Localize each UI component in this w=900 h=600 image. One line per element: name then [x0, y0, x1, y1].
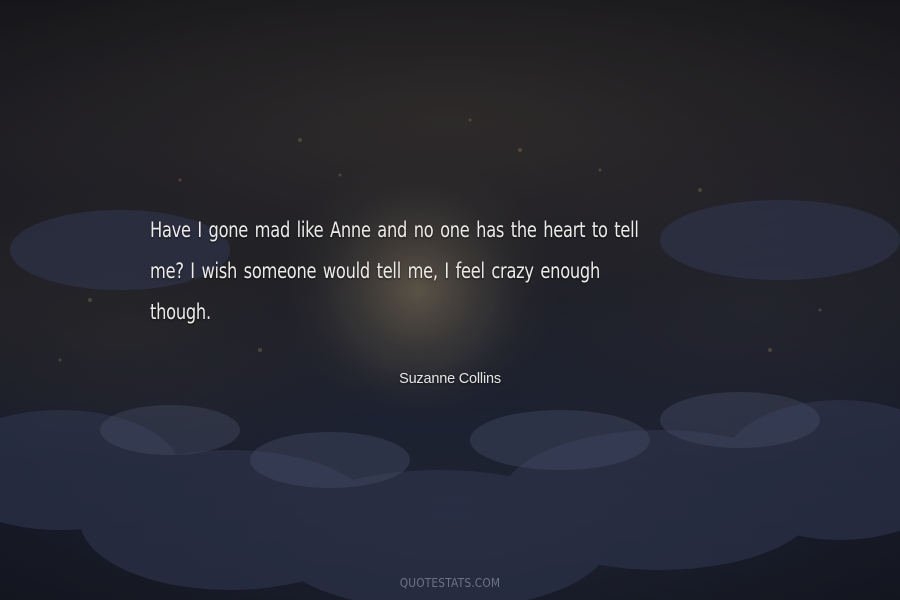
- quote-author: Suzanne Collins: [399, 371, 501, 387]
- quote-line: me? I wish someone would tell me, I feel…: [150, 259, 601, 283]
- quote-card: Have I gone mad like Anne and no one has…: [0, 0, 900, 600]
- quote-line: Have I gone mad like Anne and no one has…: [150, 218, 639, 242]
- site-watermark: QUOTESTATS.COM: [399, 575, 501, 590]
- quote-text: Have I gone mad like Anne and no one has…: [150, 210, 675, 333]
- quote-line: though.: [150, 300, 211, 324]
